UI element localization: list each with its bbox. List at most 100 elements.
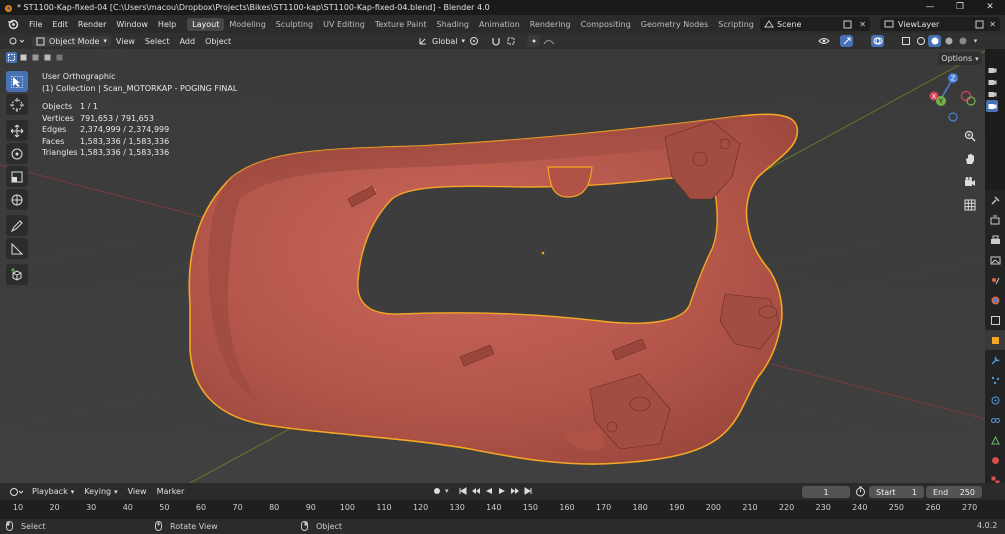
- menu-edit[interactable]: Edit: [47, 20, 73, 29]
- perspective-toggle-button[interactable]: [960, 195, 980, 215]
- snap-icon[interactable]: [490, 35, 503, 47]
- record-icon[interactable]: [432, 486, 442, 496]
- tab-animation[interactable]: Animation: [474, 18, 525, 31]
- cursor-tool[interactable]: [6, 94, 28, 115]
- maximize-button[interactable]: ❐: [945, 0, 975, 15]
- select-invert-icon[interactable]: [42, 52, 53, 63]
- scene-new-icon[interactable]: [843, 20, 852, 29]
- transform-orientation-dropdown[interactable]: Global ▾: [413, 36, 470, 46]
- select-new-icon[interactable]: [6, 52, 17, 63]
- select-intersect-icon[interactable]: [54, 52, 65, 63]
- tab-rendering[interactable]: Rendering: [525, 18, 576, 31]
- close-button[interactable]: ✕: [975, 0, 1005, 15]
- playback-menu[interactable]: Playback ▾: [27, 487, 79, 496]
- physics-properties-tab[interactable]: [985, 390, 1005, 410]
- constraint-properties-tab[interactable]: [985, 410, 1005, 430]
- start-frame-field[interactable]: Start 1: [869, 486, 924, 498]
- options-dropdown[interactable]: Options ▾: [938, 52, 982, 65]
- menu-help[interactable]: Help: [153, 20, 181, 29]
- menu-object[interactable]: Object: [200, 37, 236, 46]
- tab-texture-paint[interactable]: Texture Paint: [370, 18, 432, 31]
- play-reverse-icon[interactable]: [484, 486, 494, 496]
- scene-selector[interactable]: Scene ✕: [760, 17, 870, 31]
- next-keyframe-icon[interactable]: [510, 486, 520, 496]
- end-frame-field[interactable]: End 250: [926, 486, 982, 498]
- camera-icon[interactable]: [986, 88, 998, 100]
- visibility-icon[interactable]: [817, 35, 830, 47]
- select-subtract-icon[interactable]: [30, 52, 41, 63]
- tab-uv-editing[interactable]: UV Editing: [318, 18, 370, 31]
- add-cube-tool[interactable]: [6, 264, 28, 285]
- modifier-properties-tab[interactable]: [985, 350, 1005, 370]
- tab-layout[interactable]: Layout: [187, 17, 225, 31]
- marker-menu[interactable]: Marker: [152, 487, 190, 496]
- view-layer-delete-icon[interactable]: ✕: [989, 20, 996, 29]
- camera-icon[interactable]: [986, 76, 998, 88]
- camera-icon[interactable]: [986, 100, 998, 112]
- collection-properties-tab[interactable]: [985, 310, 1005, 330]
- menu-view[interactable]: View: [111, 37, 140, 46]
- camera-view-button[interactable]: [960, 172, 980, 192]
- menu-window[interactable]: Window: [111, 20, 153, 29]
- tab-scripting[interactable]: Scripting: [713, 18, 759, 31]
- mesh-object[interactable]: [188, 113, 799, 465]
- proportional-editing-icon[interactable]: [527, 35, 540, 47]
- tab-geometry-nodes[interactable]: Geometry Nodes: [636, 18, 713, 31]
- tab-modeling[interactable]: Modeling: [224, 18, 270, 31]
- tab-sculpting[interactable]: Sculpting: [271, 18, 318, 31]
- prev-keyframe-icon[interactable]: [471, 486, 481, 496]
- shading-wireframe-icon[interactable]: [914, 35, 927, 47]
- pivot-point-icon[interactable]: [468, 35, 481, 47]
- blender-logo-icon[interactable]: [6, 17, 20, 31]
- measure-tool[interactable]: [6, 238, 28, 259]
- timeline-editor-type-icon[interactable]: [7, 486, 27, 498]
- pan-button[interactable]: [960, 149, 980, 169]
- rotate-tool[interactable]: [6, 143, 28, 164]
- data-properties-tab[interactable]: [985, 430, 1005, 450]
- gizmo-toggle-icon[interactable]: [840, 35, 853, 47]
- tab-compositing[interactable]: Compositing: [576, 18, 636, 31]
- object-properties-tab[interactable]: [985, 330, 1005, 350]
- scene-properties-tab[interactable]: [985, 270, 1005, 290]
- select-extend-icon[interactable]: [18, 52, 29, 63]
- object-mode-dropdown[interactable]: Object Mode ▾: [32, 35, 111, 47]
- minimize-button[interactable]: —: [915, 0, 945, 15]
- particle-properties-tab[interactable]: [985, 370, 1005, 390]
- world-properties-tab[interactable]: [985, 290, 1005, 310]
- menu-render[interactable]: Render: [73, 20, 111, 29]
- snap-target-icon[interactable]: [505, 35, 518, 47]
- chevron-down-icon[interactable]: ▾: [445, 487, 449, 495]
- jump-end-icon[interactable]: [523, 486, 533, 496]
- editor-type-icon[interactable]: [6, 35, 28, 47]
- jump-start-icon[interactable]: [458, 486, 468, 496]
- tool-properties-tab[interactable]: [985, 190, 1005, 210]
- annotate-tool[interactable]: [6, 215, 28, 236]
- xray-toggle-icon[interactable]: [899, 35, 912, 47]
- shading-solid-icon[interactable]: [928, 35, 941, 47]
- shading-options-icon[interactable]: ▾: [969, 35, 982, 47]
- scene-delete-icon[interactable]: ✕: [859, 20, 866, 29]
- menu-select[interactable]: Select: [140, 37, 175, 46]
- shading-material-icon[interactable]: [942, 35, 955, 47]
- tab-shading[interactable]: Shading: [431, 18, 474, 31]
- navigation-gizmo[interactable]: Z X Y: [925, 68, 980, 126]
- render-properties-tab[interactable]: [985, 210, 1005, 230]
- zoom-button[interactable]: [960, 126, 980, 146]
- overlays-toggle-icon[interactable]: [871, 35, 884, 47]
- select-box-tool[interactable]: [6, 71, 28, 92]
- view-layer-properties-tab[interactable]: [985, 250, 1005, 270]
- menu-add[interactable]: Add: [175, 37, 201, 46]
- scale-tool[interactable]: [6, 166, 28, 187]
- view-layer-new-icon[interactable]: [975, 20, 984, 29]
- frame-ruler[interactable]: 10 20 30 40 50 60 70 80 90 100 110 120 130 140 150 160 1…: [0, 500, 1005, 519]
- material-properties-tab[interactable]: [985, 450, 1005, 470]
- play-icon[interactable]: [497, 486, 507, 496]
- current-frame-field[interactable]: 1: [802, 486, 850, 498]
- falloff-icon[interactable]: [542, 35, 555, 47]
- menu-file[interactable]: File: [24, 20, 47, 29]
- view-layer-selector[interactable]: ViewLayer ✕: [880, 17, 1000, 31]
- output-properties-tab[interactable]: [985, 230, 1005, 250]
- camera-icon[interactable]: [986, 64, 998, 76]
- timeline-view-menu[interactable]: View: [123, 487, 152, 496]
- transform-tool[interactable]: [6, 189, 28, 210]
